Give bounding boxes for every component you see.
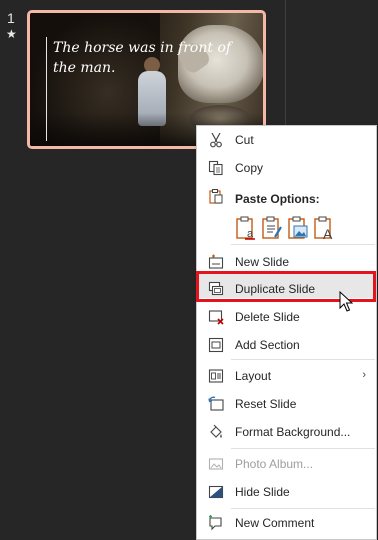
menu-separator (231, 508, 375, 509)
menu-item-label: Cut (235, 133, 254, 147)
svg-text:A: A (323, 226, 333, 241)
menu-item-hide-slide[interactable]: Hide Slide (197, 480, 376, 504)
reset-slide-icon (208, 396, 224, 411)
menu-item-reset-slide[interactable]: Reset Slide (197, 392, 376, 416)
chevron-right-icon: › (362, 369, 366, 381)
menu-separator (231, 359, 375, 360)
menu-item-layout[interactable]: Layout › (197, 364, 376, 388)
menu-item-label: Layout (235, 369, 272, 383)
menu-item-label: Format Background... (235, 425, 351, 439)
paste-picture-icon[interactable] (287, 215, 309, 241)
menu-item-label: Duplicate Slide (235, 282, 316, 296)
layout-icon (208, 369, 224, 383)
menu-item-cut[interactable]: Cut (197, 128, 376, 152)
menu-item-photo-album: Photo Album... (197, 452, 376, 476)
slide-transition-marker: ★ (6, 27, 17, 41)
new-comment-icon (209, 515, 222, 531)
menu-item-copy[interactable]: Copy (197, 156, 376, 180)
paste-text-only-icon[interactable]: A (313, 215, 335, 241)
context-menu: Cut Copy Paste Options: a A New Slide Du… (196, 125, 377, 540)
slide-number: 1 (7, 10, 15, 26)
menu-item-label: Hide Slide (235, 485, 290, 499)
add-section-icon (208, 337, 224, 353)
menu-item-label: Add Section (235, 338, 300, 352)
new-slide-icon (208, 254, 224, 269)
menu-item-new-comment[interactable]: New Comment (197, 511, 376, 535)
photo-album-icon (208, 458, 224, 470)
menu-item-new-slide[interactable]: New Slide (197, 250, 376, 274)
menu-item-add-section[interactable]: Add Section (197, 333, 376, 357)
hide-slide-icon (208, 485, 224, 499)
menu-item-label: Photo Album... (235, 457, 314, 471)
svg-text:a: a (247, 228, 254, 240)
format-background-icon (210, 424, 222, 438)
scissors-icon (210, 132, 222, 148)
paste-keep-source-icon[interactable]: a (235, 215, 257, 241)
paste-use-destination-icon[interactable] (261, 215, 283, 241)
mouse-pointer-icon (339, 291, 353, 312)
copy-icon (208, 160, 223, 176)
menu-separator (231, 448, 375, 449)
menu-separator (231, 244, 375, 245)
menu-item-label: New Slide (235, 255, 290, 269)
menu-item-label: Reset Slide (235, 397, 297, 411)
paste-options-header: Paste Options: (235, 192, 320, 206)
caption-rule (46, 37, 47, 141)
menu-item-label: Copy (235, 161, 264, 175)
menu-item-label: Delete Slide (235, 310, 300, 324)
duplicate-slide-icon (208, 281, 224, 296)
menu-item-format-background[interactable]: Format Background... (197, 420, 376, 444)
menu-item-label: New Comment (235, 516, 315, 530)
clipboard-icon (209, 189, 223, 204)
delete-slide-icon (208, 310, 224, 325)
slide-caption: The horse was in front of the man. (53, 40, 232, 76)
paste-options-row: a A (235, 215, 375, 241)
